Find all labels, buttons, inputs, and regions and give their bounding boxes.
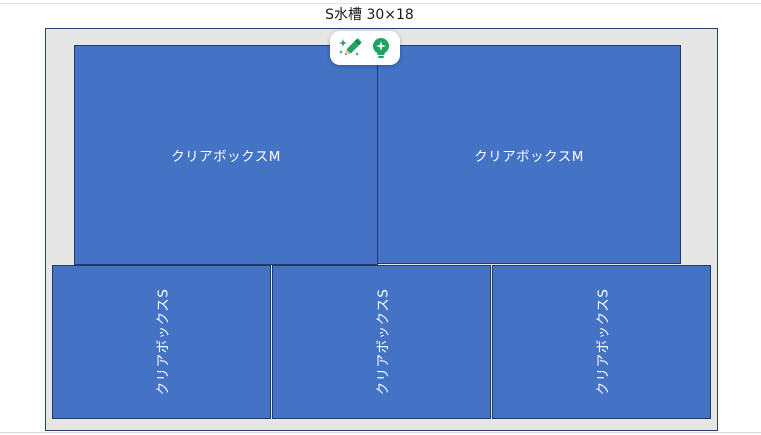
- tank-title[interactable]: S水槽 30×18: [0, 6, 739, 24]
- canvas-page: S水槽 30×18 クリアボックスM クリアボックスM クリアボックスS クリア…: [0, 0, 761, 435]
- tank-frame[interactable]: クリアボックスM クリアボックスM クリアボックスS クリアボックスS クリアボ…: [45, 28, 718, 431]
- lightbulb-icon[interactable]: [367, 34, 395, 62]
- magic-pencil-icon[interactable]: [336, 34, 364, 62]
- box-s-1[interactable]: クリアボックスS: [52, 265, 271, 419]
- box-s-3-label: クリアボックスS: [595, 288, 612, 396]
- box-s-2[interactable]: クリアボックスS: [272, 265, 491, 419]
- box-m-left[interactable]: クリアボックスM: [74, 45, 378, 265]
- box-m-right[interactable]: クリアボックスM: [377, 45, 681, 264]
- bottom-divider: [0, 432, 761, 433]
- box-s-2-label: クリアボックスS: [375, 288, 392, 396]
- box-s-1-label: クリアボックスS: [155, 288, 172, 396]
- top-divider: [0, 3, 761, 4]
- floating-toolbar: [330, 31, 400, 65]
- box-m-right-label: クリアボックスM: [474, 148, 584, 165]
- box-m-left-label: クリアボックスM: [171, 149, 281, 165]
- box-s-3[interactable]: クリアボックスS: [492, 265, 711, 419]
